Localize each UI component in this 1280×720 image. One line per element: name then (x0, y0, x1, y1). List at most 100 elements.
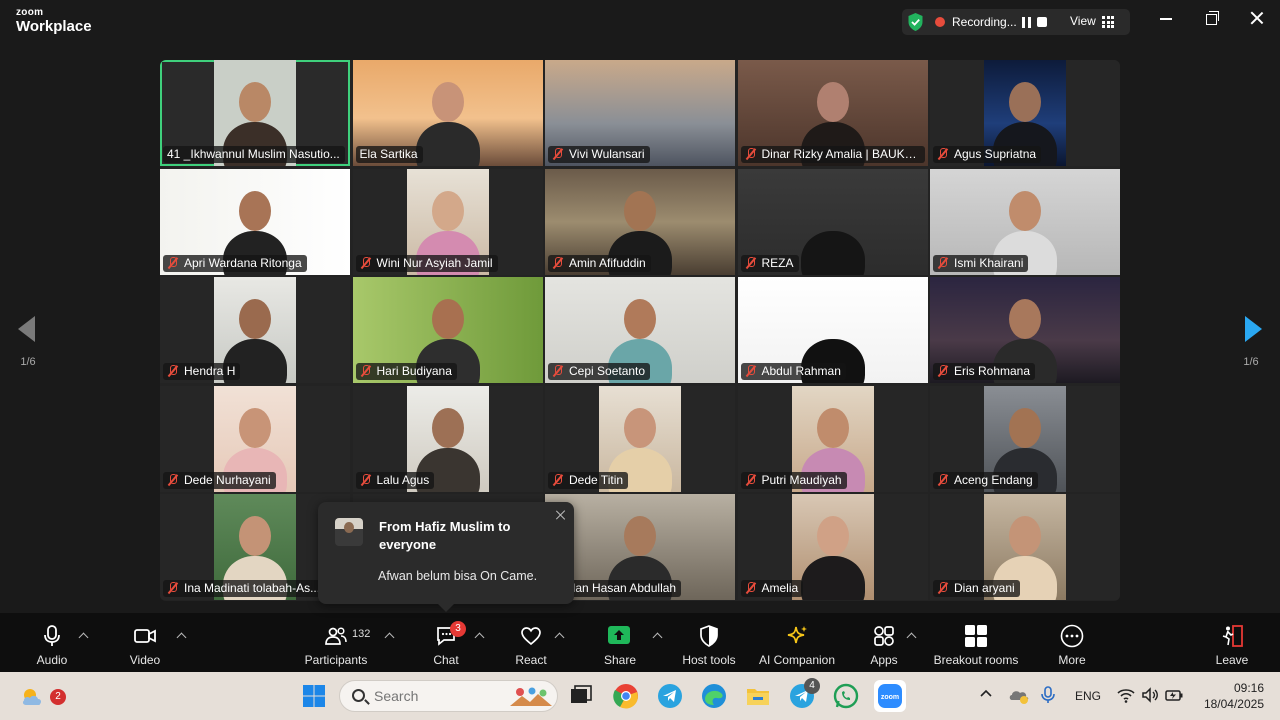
participant-tile[interactable]: Ela Sartika (352, 60, 543, 166)
participants-options-chevron-icon[interactable] (384, 631, 394, 639)
ai-companion-label: AI Companion (758, 653, 836, 667)
stop-recording-icon[interactable] (1037, 17, 1047, 27)
participant-tile[interactable]: Ismi Khairani (930, 168, 1120, 275)
participant-name-tag: Dinar Rizky Amalia | BAUK S... (740, 146, 925, 163)
participant-figure (415, 122, 480, 166)
muted-microphone-icon (745, 365, 756, 377)
participant-name: Abdul Rahman (761, 364, 841, 378)
participant-tile[interactable]: Amin Afifuddin (545, 168, 735, 275)
previous-page-button[interactable]: 1/6 (8, 300, 48, 380)
participant-tile[interactable]: Aceng Endang (930, 385, 1120, 492)
participant-tile[interactable]: Amelia (737, 494, 928, 600)
host-tools-button[interactable]: Host tools (676, 613, 742, 672)
windows-taskbar: 2 4 zoom ENG (0, 672, 1280, 720)
muted-microphone-icon (360, 365, 371, 377)
encryption-shield-icon[interactable] (907, 12, 924, 32)
participant-name-tag: Lalu Agus (355, 471, 435, 489)
participant-tile[interactable]: Abdul Rahman (737, 277, 928, 383)
audio-button[interactable]: Audio (22, 613, 82, 672)
participant-tile[interactable]: Wini Nur Asyiah Jamil (352, 168, 543, 275)
participant-name: Amin Afifuddin (569, 255, 646, 270)
page-indicator-left: 1/6 (20, 356, 36, 368)
muted-microphone-icon (937, 582, 948, 594)
grid-view-icon[interactable] (1102, 16, 1114, 28)
participant-name-tag: Vivi Wulansari (548, 146, 650, 163)
participant-tile[interactable]: REZA (737, 168, 928, 275)
muted-microphone-icon (360, 256, 371, 269)
participant-face (431, 82, 464, 122)
weather-icon[interactable]: 2 (20, 683, 66, 709)
muted-microphone-icon (552, 365, 563, 377)
chat-notification[interactable]: From Hafiz Muslim to everyone Afwan belu… (318, 502, 574, 612)
react-button[interactable]: React (504, 613, 558, 672)
participant-tile[interactable]: Agus Supriatna (930, 60, 1120, 166)
participants-icon (325, 627, 347, 645)
participant-face (239, 299, 271, 339)
wifi-icon[interactable] (1116, 685, 1136, 705)
participant-name: Ela Sartika (359, 147, 418, 161)
ai-companion-button[interactable]: AI Companion (754, 613, 840, 672)
participant-figure (800, 556, 865, 600)
participant-tile[interactable]: Cepi Soetanto (545, 277, 735, 383)
view-button[interactable]: View (1070, 14, 1096, 28)
participant-tile[interactable]: 41 _Ikhwannul Muslim Nasutio... (160, 60, 350, 166)
volume-icon[interactable] (1140, 685, 1160, 705)
participant-name-tag: Ina Madinati tolabah-As... (163, 580, 326, 597)
taskbar-search[interactable] (339, 680, 558, 712)
chat-notification-message: Afwan belum bisa On Came. (378, 569, 538, 583)
windows-start-icon[interactable] (300, 682, 328, 710)
edge-icon[interactable] (700, 682, 728, 710)
chat-options-chevron-icon[interactable] (474, 631, 484, 639)
participant-tile[interactable]: Dian aryani (930, 494, 1120, 600)
participant-tile[interactable]: Hari Budiyana (352, 277, 543, 383)
restore-icon[interactable] (1204, 10, 1220, 26)
language-indicator[interactable]: ENG (1075, 689, 1101, 703)
more-button[interactable]: More (1046, 613, 1098, 672)
search-input[interactable] (374, 687, 474, 705)
share-options-chevron-icon[interactable] (652, 631, 662, 639)
close-icon[interactable] (554, 508, 568, 522)
telegram-second-icon[interactable]: 4 (788, 678, 820, 710)
audio-options-chevron-icon[interactable] (78, 631, 88, 639)
telegram-icon[interactable] (656, 682, 684, 710)
chevron-up-icon[interactable] (978, 686, 994, 702)
share-button[interactable]: Share (594, 613, 646, 672)
participant-tile[interactable]: Dede Titin (545, 385, 735, 492)
video-options-chevron-icon[interactable] (176, 631, 186, 639)
task-view-icon[interactable] (567, 682, 595, 710)
participant-tile[interactable]: Apri Wardana Ritonga (160, 168, 350, 275)
chrome-icon[interactable] (612, 682, 640, 710)
apps-button[interactable]: Apps (860, 613, 908, 672)
zoom-taskbar-icon[interactable]: zoom (874, 680, 906, 712)
leave-button[interactable]: Leave (1206, 613, 1258, 672)
system-clock[interactable]: 09:16 18/04/2025 (1196, 680, 1264, 712)
participant-name: Wini Nur Asyiah Jamil (376, 255, 493, 270)
chat-button[interactable]: 3 Chat (420, 613, 472, 672)
file-explorer-icon[interactable] (744, 682, 772, 710)
whatsapp-icon[interactable] (832, 682, 860, 710)
apps-options-chevron-icon[interactable] (906, 631, 916, 639)
next-page-button[interactable]: 1/6 (1231, 300, 1271, 380)
voice-input-icon[interactable] (1038, 684, 1060, 706)
participant-tile[interactable]: Putri Maudiyah (737, 385, 928, 492)
participant-tile[interactable]: Dede Nurhayani (160, 385, 350, 492)
participant-face (431, 190, 464, 231)
pause-recording-icon[interactable] (1022, 17, 1031, 28)
battery-icon[interactable] (1164, 685, 1184, 705)
participant-name: Hari Budiyana (376, 364, 452, 378)
participant-tile[interactable]: Hendra H (160, 277, 350, 383)
minimize-icon[interactable] (1158, 10, 1174, 26)
breakout-rooms-button[interactable]: Breakout rooms (928, 613, 1024, 672)
video-button[interactable]: Video (115, 613, 175, 672)
participant-face (816, 82, 849, 122)
onedrive-sync-icon[interactable] (1008, 684, 1030, 706)
status-pill: Recording... View (902, 9, 1130, 35)
participant-tile[interactable]: Dinar Rizky Amalia | BAUK S... (737, 60, 928, 166)
close-window-icon[interactable] (1249, 10, 1265, 26)
participant-tile[interactable]: Lalu Agus (352, 385, 543, 492)
participant-tile[interactable]: Eris Rohmana (930, 277, 1120, 383)
participant-tile[interactable]: Vivi Wulansari (545, 60, 735, 166)
participants-button[interactable]: 132 Participants (300, 613, 372, 672)
react-options-chevron-icon[interactable] (554, 631, 564, 639)
recording-label[interactable]: Recording... (952, 15, 1017, 29)
